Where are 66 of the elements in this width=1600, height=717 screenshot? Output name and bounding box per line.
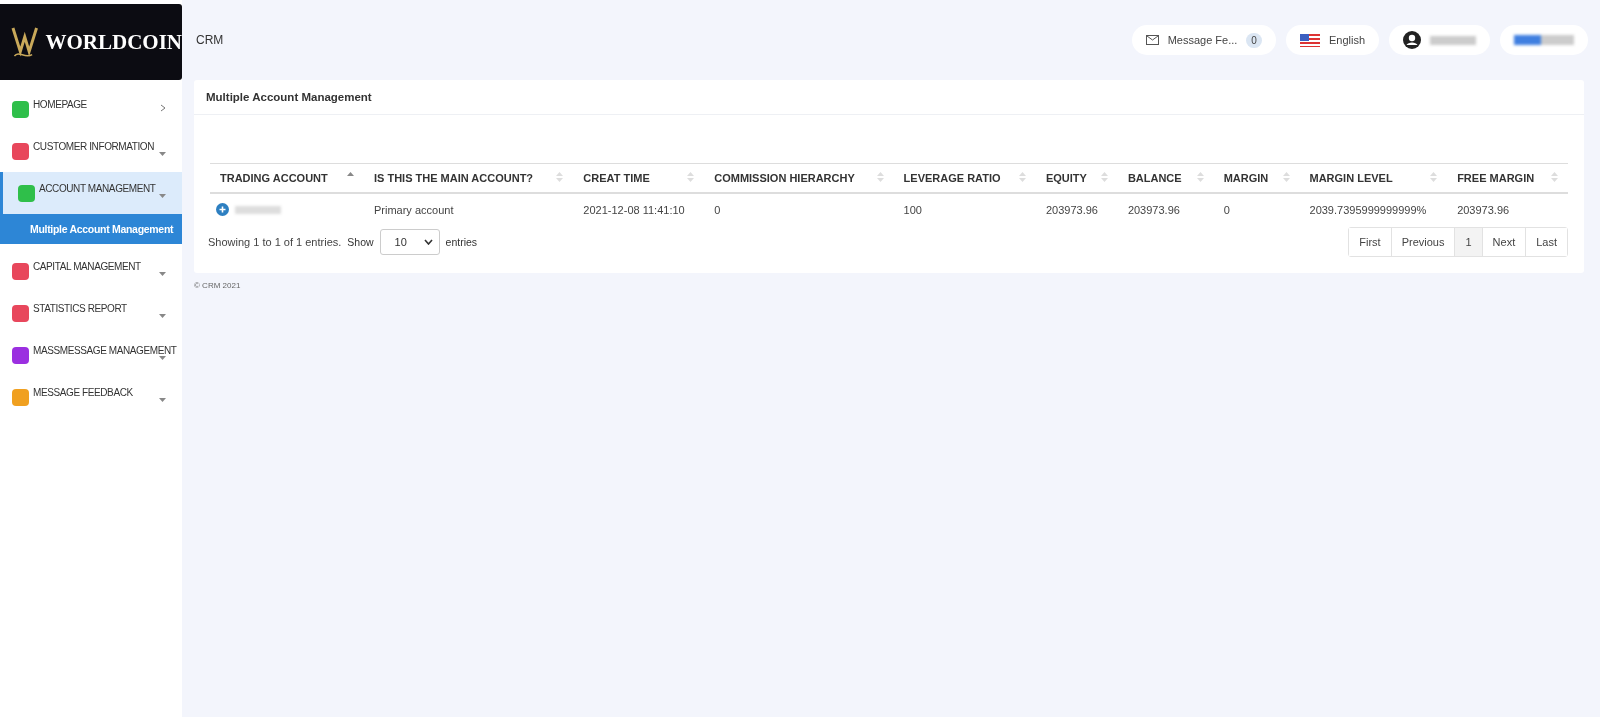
caret-down-icon: [159, 398, 166, 403]
sort-icon: [876, 172, 884, 182]
pagination-button[interactable]: Last: [1525, 228, 1567, 256]
column-header[interactable]: MARGIN LEVEL: [1299, 163, 1448, 193]
sort-icon: [1282, 172, 1290, 182]
message-feedback-button[interactable]: Message Fe... 0: [1131, 25, 1276, 55]
blurred-account-number: [235, 205, 281, 214]
table-cell: 0: [714, 203, 721, 216]
show-label: Show: [347, 236, 374, 248]
table-cell: 2039.7395999999999%: [1309, 203, 1427, 216]
column-header[interactable]: MARGIN: [1213, 163, 1300, 193]
column-header[interactable]: CREAT TIME: [573, 163, 705, 193]
column-header[interactable]: LEVERAGE RATIO: [893, 163, 1036, 193]
expand-plus-icon[interactable]: [216, 203, 229, 216]
caret-down-icon: [159, 152, 166, 157]
column-header[interactable]: BALANCE: [1117, 163, 1214, 193]
table-cell: 203973.96: [1127, 203, 1180, 216]
caret-down-icon: [159, 194, 166, 199]
envelope-icon: [1145, 35, 1159, 45]
language-button[interactable]: English: [1285, 25, 1379, 55]
menu-item[interactable]: MASSMESSAGE MANAGEMENT: [0, 334, 182, 376]
sort-icon: [556, 172, 564, 182]
menu-item[interactable]: MESSAGE FEEDBACK: [0, 376, 182, 418]
menu-item[interactable]: ACCOUNT MANAGEMENT: [0, 172, 182, 214]
page-size-select[interactable]: 10: [379, 229, 440, 255]
menu-item[interactable]: STATISTICS REPORT: [0, 292, 182, 334]
caret-down-icon: [159, 314, 166, 319]
column-header[interactable]: FREE MARGIN: [1447, 163, 1568, 193]
blurred-username: [1430, 35, 1476, 45]
flag-icon: [1299, 33, 1320, 47]
sort-icon: [687, 172, 695, 182]
page-title: CRM: [196, 33, 224, 47]
table-cell: 100: [903, 203, 922, 216]
caret-down-icon: [159, 356, 166, 361]
column-header[interactable]: IS THIS THE MAIN ACCOUNT?: [364, 163, 574, 193]
table-cell: 2021-12-08 11:41:10: [583, 203, 685, 216]
table-cell: 203973.96: [1457, 203, 1510, 216]
sort-icon: [1430, 172, 1438, 182]
count-badge: 0: [1246, 32, 1262, 48]
column-header[interactable]: TRADING ACCOUNT: [210, 163, 364, 193]
copyright-text: © CRM 2021: [194, 281, 242, 290]
caret-down-icon: [159, 272, 166, 277]
column-header[interactable]: EQUITY: [1035, 163, 1118, 193]
entries-label: entries: [445, 236, 478, 248]
menu-item[interactable]: CUSTOMER INFORMATION: [0, 130, 182, 172]
sort-icon: [1100, 172, 1108, 182]
logo-text: WORLDCOIN: [45, 29, 182, 55]
table-cell: 203973.96: [1045, 203, 1098, 216]
panel-title: Multiple Account Management: [194, 80, 1584, 115]
column-header[interactable]: COMMISSION HIERARCHY: [704, 163, 894, 193]
table-cell: 0: [1223, 203, 1230, 216]
sort-icon: [1551, 172, 1558, 182]
menu-item[interactable]: CAPITAL MANAGEMENT: [0, 250, 182, 292]
blurred-account: [1514, 35, 1574, 45]
sort-icon: [1018, 172, 1026, 182]
account-button[interactable]: [1500, 25, 1588, 55]
submenu-item[interactable]: Multiple Account Management: [0, 214, 182, 244]
sort-icon: [1196, 172, 1204, 182]
entries-info: Showing 1 to 1 of 1 entries.: [208, 236, 342, 248]
pagination-button[interactable]: 1: [1454, 228, 1482, 256]
user-avatar-icon: [1403, 31, 1421, 49]
table-cell: Primary account: [374, 203, 454, 216]
chevron-right-icon: [160, 104, 166, 112]
menu-item[interactable]: HOMEPAGE: [0, 88, 182, 130]
user-button[interactable]: [1389, 25, 1490, 55]
chevron-down-icon: [423, 239, 433, 245]
